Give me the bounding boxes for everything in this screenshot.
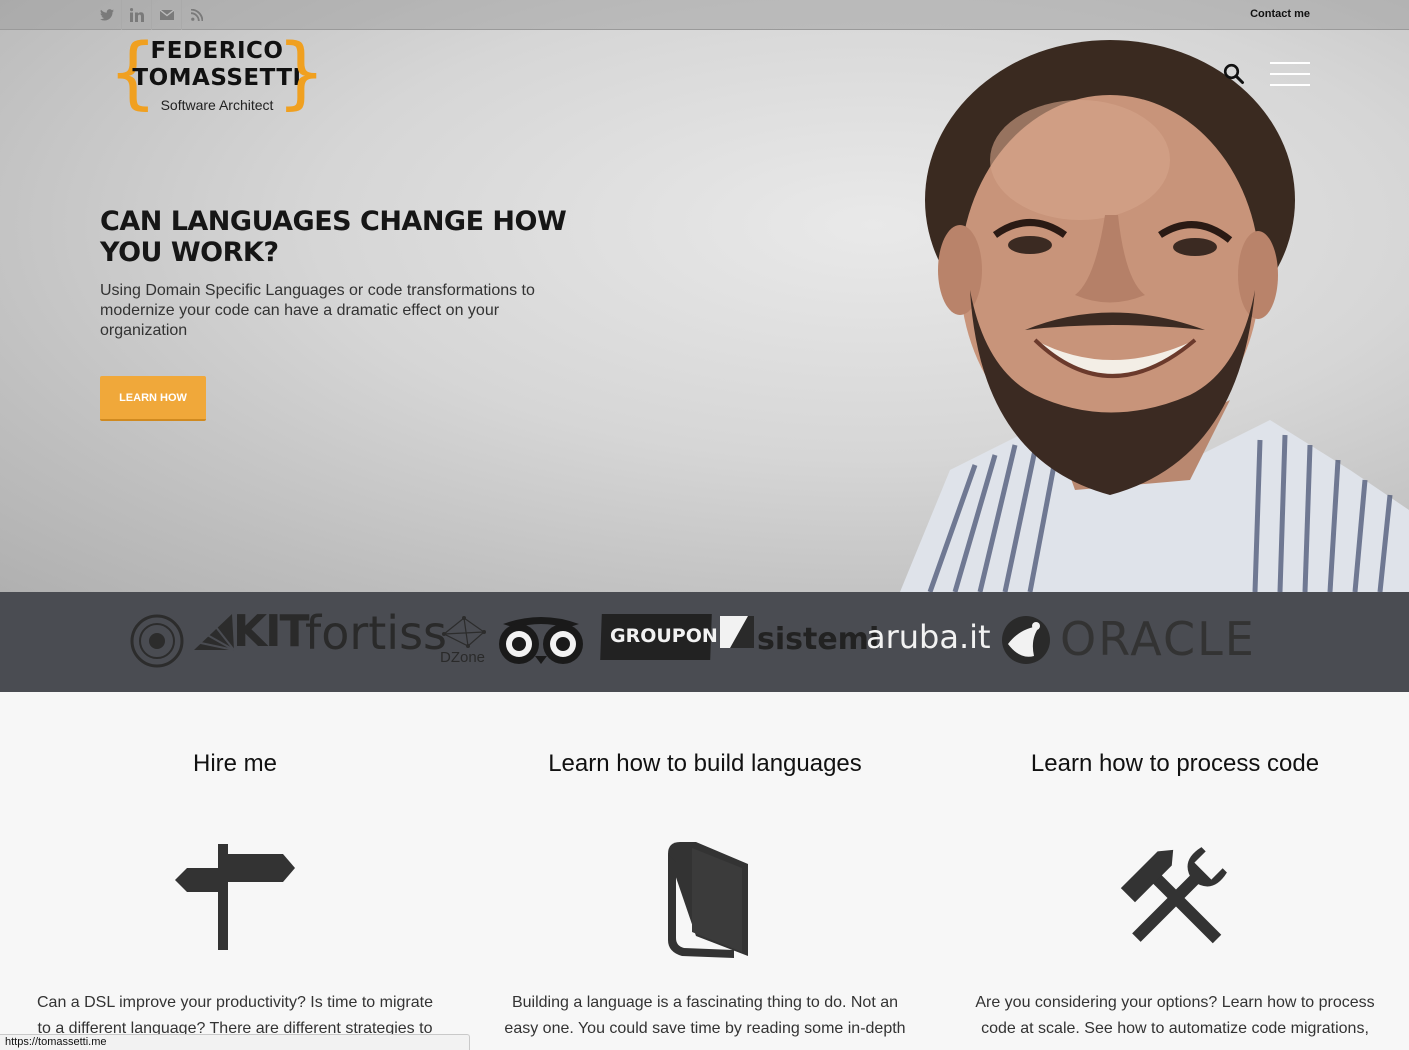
service-description: Are you considering your options? Learn … — [975, 994, 1375, 1037]
aruba-logo: aruba.it — [866, 618, 991, 656]
university-seal-logo — [130, 614, 184, 668]
signpost-icon — [175, 844, 295, 950]
social-links — [92, 0, 212, 30]
hero-title: CAN LANGUAGES CHANGE HOW YOU WORK? — [100, 206, 567, 268]
service-hire-me: Hire me Can a DSL improve your productiv… — [0, 692, 470, 1050]
hamburger-menu-icon[interactable] — [1270, 62, 1310, 88]
portrait-image — [900, 40, 1409, 592]
service-description: Building a language is a fascinating thi… — [504, 994, 906, 1037]
kit-rays-logo — [194, 614, 235, 651]
groupon-logo: GROUPON — [610, 625, 718, 647]
tools-icon — [1120, 847, 1227, 944]
book-icon — [668, 842, 748, 958]
service-title[interactable]: Learn how to process code — [940, 750, 1409, 778]
service-title[interactable]: Learn how to build languages — [470, 750, 940, 778]
service-title[interactable]: Hire me — [0, 750, 470, 778]
service-process-code: Learn how to process code Are you consid… — [940, 692, 1409, 1050]
logo-brace-close: } — [276, 28, 326, 118]
kit-logo: KIT — [233, 606, 309, 657]
oracle-logo: ORACLE — [1060, 612, 1256, 666]
hero-description: Using Domain Specific Languages or code … — [100, 282, 535, 339]
fortiss-logo: fortiss — [305, 606, 447, 660]
sistemi-logo: sistemi — [757, 622, 880, 657]
client-logos-strip: KIT fortiss DZone GROUPON sistemi aruba.… — [0, 592, 1409, 692]
tripadvisor-owl-logo — [499, 617, 583, 664]
browser-status-bar: https://tomassetti.me — [0, 1034, 470, 1050]
site-logo[interactable]: { FEDERICO TOMASSETTI Software Architect… — [108, 34, 326, 116]
search-icon[interactable] — [1223, 63, 1245, 85]
learn-how-button[interactable]: LEARN HOW — [100, 376, 206, 421]
twitter-icon[interactable] — [92, 0, 122, 30]
rss-icon[interactable] — [182, 0, 212, 30]
sistemi-mark-logo — [720, 616, 754, 648]
dzone-logo: DZone — [440, 649, 486, 666]
linkedin-icon[interactable] — [122, 0, 152, 30]
globe-logo — [1002, 616, 1050, 664]
service-build-languages: Learn how to build languages Building a … — [470, 692, 940, 1050]
dzone-network-logo — [441, 616, 486, 648]
mail-icon[interactable] — [152, 0, 182, 30]
contact-link[interactable]: Contact me — [1250, 8, 1310, 20]
top-bar: Contact me — [0, 0, 1409, 30]
hero-section: Contact me { FEDERICO TOMASSETTI Softwar… — [0, 0, 1409, 592]
